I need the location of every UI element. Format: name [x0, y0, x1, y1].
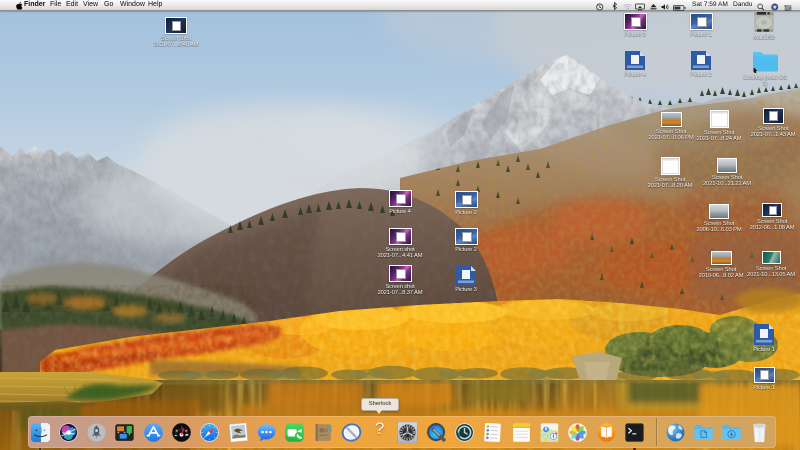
svg-text:♪: ♪: [181, 425, 183, 430]
